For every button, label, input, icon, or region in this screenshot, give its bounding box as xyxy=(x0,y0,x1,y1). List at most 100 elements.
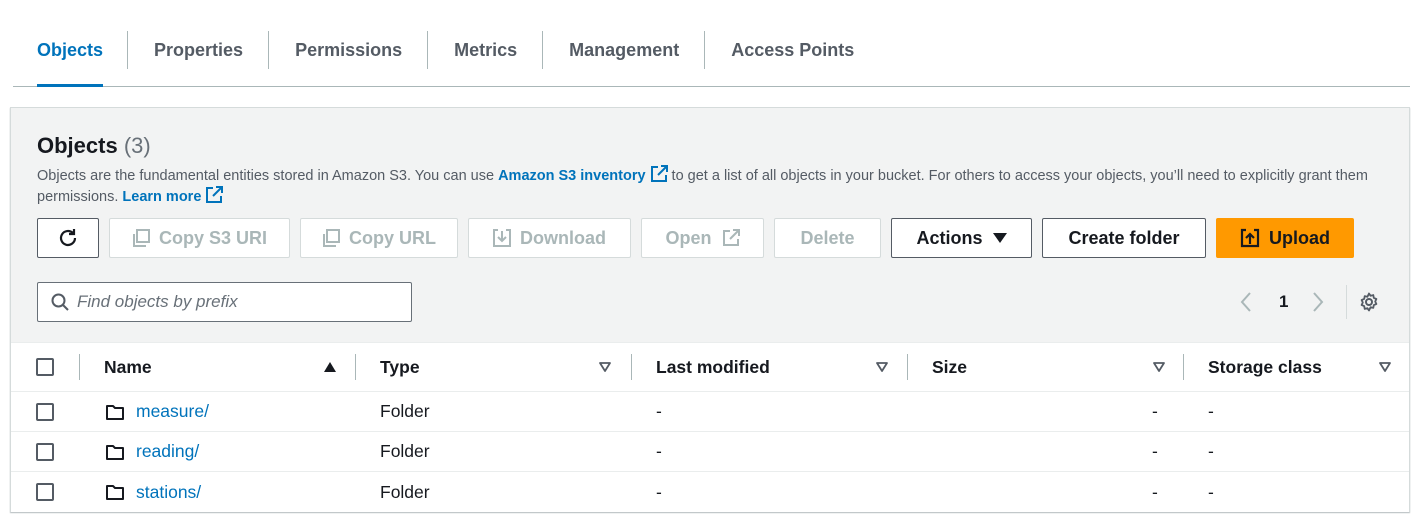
select-all-checkbox[interactable] xyxy=(36,358,54,376)
objects-table: Name Type Last modified Size Storage cla… xyxy=(11,342,1409,512)
button-label: Upload xyxy=(1269,227,1330,248)
name-cell: stations/ xyxy=(106,472,201,512)
row-select-cell xyxy=(36,472,54,512)
folder-icon xyxy=(106,444,124,460)
page-number[interactable]: 1 xyxy=(1279,292,1288,312)
table-row[interactable]: stations/ Folder - - - xyxy=(11,472,1409,512)
actions-dropdown[interactable]: Actions xyxy=(891,218,1032,258)
row-checkbox[interactable] xyxy=(36,402,54,421)
column-header-size[interactable]: Size xyxy=(932,343,967,391)
tab-label: Management xyxy=(569,39,680,60)
button-label: Open xyxy=(665,227,712,248)
tab-access-points[interactable]: Access Points xyxy=(731,14,854,86)
open-button[interactable]: Open xyxy=(641,218,764,258)
column-header-name[interactable]: Name xyxy=(104,343,152,391)
external-link-icon xyxy=(206,186,224,203)
gear-icon[interactable] xyxy=(1359,292,1379,312)
copy-icon xyxy=(323,229,340,247)
column-header-label: Last modified xyxy=(656,356,770,377)
search-box xyxy=(37,282,412,322)
refresh-button[interactable] xyxy=(37,218,99,258)
sort-icon[interactable] xyxy=(599,362,611,372)
sort-icon[interactable] xyxy=(876,362,888,372)
type-cell: Folder xyxy=(380,441,430,461)
tab-divider xyxy=(704,31,706,69)
caret-down-icon xyxy=(992,233,1007,243)
size-cell: - xyxy=(1152,401,1158,421)
chevron-left-icon[interactable] xyxy=(1239,291,1253,313)
object-name-link[interactable]: reading/ xyxy=(136,441,199,462)
download-button[interactable]: Download xyxy=(468,218,631,258)
button-label: Delete xyxy=(800,227,855,248)
sort-ascending-icon[interactable] xyxy=(324,362,336,372)
storage-class-cell: - xyxy=(1208,481,1214,502)
upload-icon xyxy=(1240,228,1260,248)
external-link-icon xyxy=(650,165,668,182)
column-divider xyxy=(1183,354,1184,380)
tab-label: Metrics xyxy=(454,39,518,60)
button-label: Actions xyxy=(916,227,983,248)
column-header-last-modified[interactable]: Last modified xyxy=(656,343,770,391)
table-header: Name Type Last modified Size Storage cla… xyxy=(11,343,1409,392)
download-icon xyxy=(493,229,511,247)
learn-more-text: Learn more xyxy=(122,189,202,205)
create-folder-button[interactable]: Create folder xyxy=(1042,218,1206,258)
row-select-cell xyxy=(36,392,54,431)
object-count: (3) xyxy=(123,133,151,158)
tab-permissions[interactable]: Permissions xyxy=(295,14,402,86)
object-name-link[interactable]: stations/ xyxy=(136,482,201,503)
table-row[interactable]: measure/ Folder - - - xyxy=(11,392,1409,432)
tab-properties[interactable]: Properties xyxy=(154,14,243,86)
sort-icon[interactable] xyxy=(1153,362,1165,372)
chevron-right-icon[interactable] xyxy=(1311,291,1325,313)
description-text: Objects are the fundamental entities sto… xyxy=(37,168,499,184)
copy-url-button[interactable]: Copy URL xyxy=(300,218,458,258)
tab-divider xyxy=(268,31,270,69)
column-divider xyxy=(907,354,908,380)
objects-panel: Objects (3) Objects are the fundamental … xyxy=(10,107,1410,512)
refresh-icon xyxy=(59,229,77,247)
tab-objects[interactable]: Objects xyxy=(37,14,104,87)
s3-inventory-link-text: Amazon S3 inventory xyxy=(498,168,646,184)
upload-button[interactable]: Upload xyxy=(1216,218,1354,258)
table-row[interactable]: reading/ Folder - - - xyxy=(11,432,1409,472)
column-header-type[interactable]: Type xyxy=(380,343,420,391)
object-name-link[interactable]: measure/ xyxy=(136,401,209,422)
row-checkbox[interactable] xyxy=(36,442,54,461)
last-modified-cell: - xyxy=(656,401,662,421)
external-link-icon xyxy=(722,229,740,246)
tab-management[interactable]: Management xyxy=(569,14,679,86)
folder-icon xyxy=(106,485,124,500)
delete-button[interactable]: Delete xyxy=(774,218,881,258)
pagination-divider xyxy=(1346,285,1347,319)
column-divider xyxy=(631,354,632,380)
tab-divider xyxy=(542,31,544,69)
type-cell: Folder xyxy=(380,401,430,421)
tab-metrics[interactable]: Metrics xyxy=(454,14,517,86)
column-header-label: Name xyxy=(104,356,152,377)
tab-divider xyxy=(127,31,129,69)
row-checkbox[interactable] xyxy=(36,483,54,501)
sort-icon[interactable] xyxy=(1379,362,1391,372)
storage-class-cell: - xyxy=(1208,441,1214,461)
tab-label: Properties xyxy=(154,39,244,60)
copy-s3-uri-button[interactable]: Copy S3 URI xyxy=(109,218,290,258)
tab-label: Access Points xyxy=(731,39,855,60)
s3-inventory-link[interactable]: Amazon S3 inventory xyxy=(498,165,668,184)
button-label: Copy URL xyxy=(349,227,436,248)
button-label: Copy S3 URI xyxy=(158,227,268,248)
panel-title-text: Objects xyxy=(37,133,118,158)
tab-label: Permissions xyxy=(295,39,403,60)
column-divider xyxy=(79,354,80,380)
tab-divider xyxy=(427,31,429,69)
last-modified-cell: - xyxy=(656,481,662,502)
button-label: Create folder xyxy=(1068,227,1180,248)
folder-icon xyxy=(106,404,124,420)
panel-title: Objects (3) xyxy=(37,133,151,159)
tab-bar: Objects Properties Permissions Metrics M… xyxy=(13,14,1410,87)
column-divider xyxy=(355,354,356,380)
search-input[interactable] xyxy=(77,292,397,312)
column-header-storage-class[interactable]: Storage class xyxy=(1208,343,1322,391)
search-icon xyxy=(51,293,69,311)
learn-more-link[interactable]: Learn more xyxy=(122,186,224,205)
